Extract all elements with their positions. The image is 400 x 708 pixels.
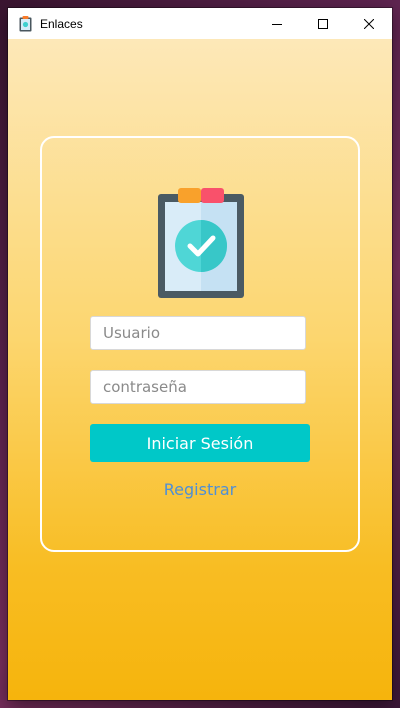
app-window: Enlaces Usuario Iniciar Sesión Registrar (8, 8, 392, 700)
window-controls (254, 8, 392, 39)
window-title: Enlaces (40, 16, 83, 31)
login-card: Iniciar Sesión Registrar (40, 136, 360, 552)
password-input[interactable] (90, 370, 306, 404)
close-icon (363, 14, 375, 33)
login-button[interactable]: Iniciar Sesión (90, 424, 310, 462)
maximize-button[interactable] (300, 8, 346, 39)
register-link[interactable]: Registrar (90, 480, 310, 499)
minimize-button[interactable] (254, 8, 300, 39)
clipboard-check-icon (158, 188, 244, 298)
app-icon (18, 15, 32, 32)
minimize-icon (272, 14, 282, 33)
login-screen: Iniciar Sesión Registrar (8, 39, 392, 700)
maximize-icon (318, 14, 328, 33)
close-button[interactable] (346, 8, 392, 39)
title-bar[interactable]: Enlaces (8, 8, 392, 39)
username-input[interactable] (90, 316, 306, 350)
